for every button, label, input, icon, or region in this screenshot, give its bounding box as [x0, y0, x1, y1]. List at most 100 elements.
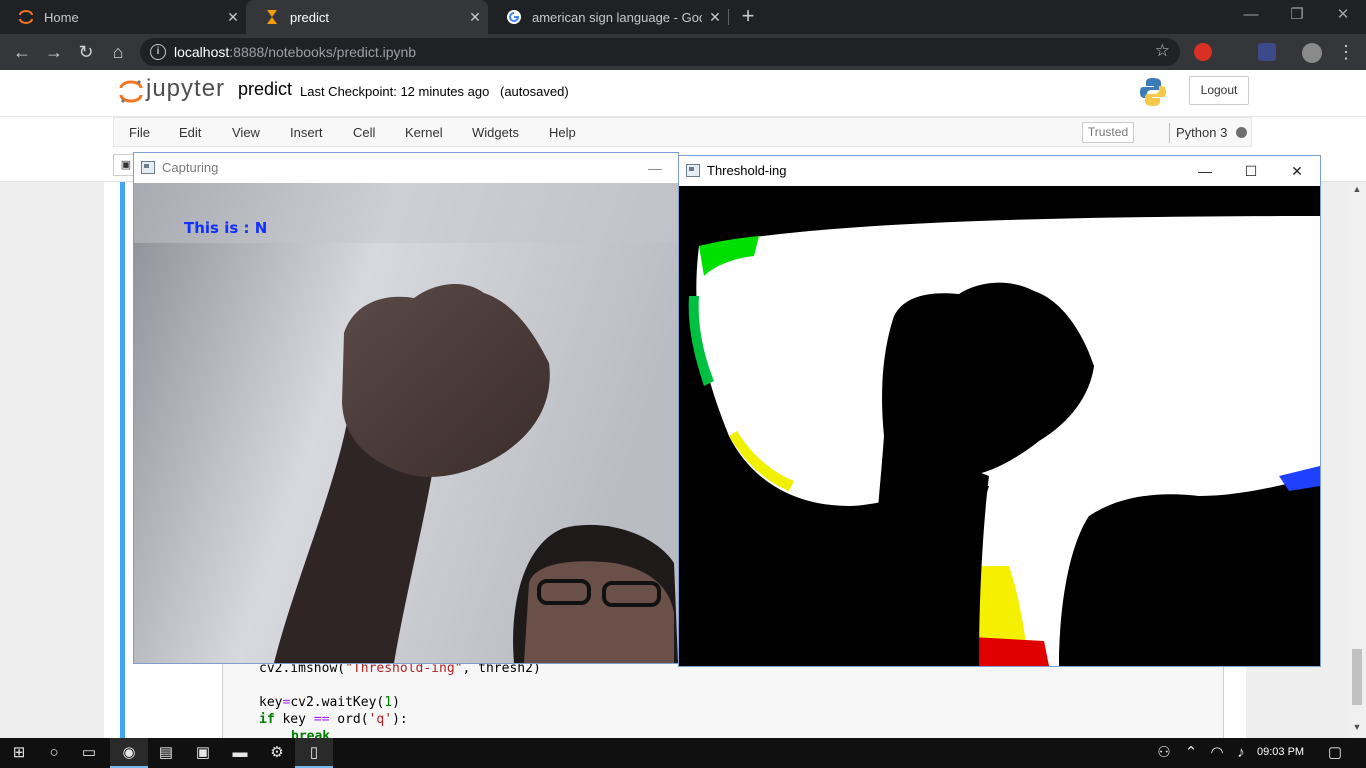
tab-label: predict [290, 9, 330, 25]
prediction-label: This is : N [184, 219, 268, 237]
restore-icon[interactable]: ❐ [1282, 4, 1312, 26]
code-token: key [259, 695, 283, 710]
menu-help[interactable]: Help [549, 125, 576, 140]
menu-kernel[interactable]: Kernel [405, 125, 443, 140]
close-icon[interactable]: ✕ [1274, 156, 1320, 186]
code-token: 1 [384, 695, 393, 710]
trusted-badge[interactable]: Trusted [1082, 122, 1134, 143]
tab-home[interactable]: Home ✕ [0, 0, 246, 34]
file-explorer-icon[interactable]: ▤ [147, 738, 185, 768]
window-title-bar[interactable]: Capturing — [134, 153, 678, 183]
extension-adblock-icon[interactable] [1194, 43, 1212, 61]
settings-gear-icon[interactable]: ⚙ [258, 738, 296, 768]
forward-icon[interactable]: → [42, 41, 66, 63]
menu-widgets[interactable]: Widgets [472, 125, 519, 140]
scrollbar-thumb[interactable] [1352, 649, 1362, 705]
code-token: 'q' [368, 712, 393, 727]
scroll-up-icon[interactable]: ▲ [1348, 184, 1366, 194]
store-icon[interactable]: ▣ [184, 738, 222, 768]
url-text: localhost:8888/notebooks/predict.ipynb [174, 44, 416, 60]
hourglass-icon [267, 10, 277, 24]
code-token: key [274, 712, 314, 727]
close-window-icon[interactable]: ✕ [1328, 4, 1358, 26]
window-app-icon [686, 164, 700, 177]
autosave-status: (autosaved) [500, 84, 569, 99]
jupyter-header: jupyter predict Last Checkpoint: 12 minu… [0, 70, 1366, 116]
webcam-frame: This is : N [134, 183, 678, 663]
code-token: == [313, 712, 330, 727]
code-token: ) [392, 695, 400, 710]
selected-cell-indicator [120, 182, 125, 738]
volume-icon[interactable]: ♪ [1222, 738, 1260, 768]
windows-start-icon[interactable]: ⊞ [0, 738, 38, 768]
menu-edit[interactable]: Edit [179, 125, 201, 140]
window-app-icon [141, 161, 155, 174]
kernel-status-icon [1236, 127, 1247, 138]
terminal-icon[interactable]: ▬ [221, 738, 259, 768]
profile-avatar[interactable] [1302, 43, 1322, 63]
notebook-name[interactable]: predict [238, 79, 292, 100]
jupyter-logo-text[interactable]: jupyter [146, 75, 225, 103]
window-title-bar[interactable]: Threshold-ing — ☐ ✕ [679, 156, 1320, 186]
clock-time[interactable]: 09:03 PM [1257, 746, 1304, 758]
capturing-window[interactable]: Capturing — This is: N [133, 152, 679, 664]
code-token: ord( [329, 712, 369, 727]
minimize-icon[interactable]: — [1236, 4, 1266, 26]
url-path: :8888/notebooks/predict.ipynb [229, 44, 417, 60]
code-token: ): [392, 712, 408, 727]
bookmark-star-icon[interactable]: ☆ [1155, 41, 1170, 61]
minimize-icon[interactable]: — [632, 153, 678, 183]
cortana-icon[interactable]: ○ [35, 738, 73, 768]
code-token: if [259, 712, 275, 727]
google-icon [507, 10, 521, 24]
menu-dots-icon[interactable]: ⋮ [1334, 41, 1358, 63]
tab-predict[interactable]: predict ✕ [246, 0, 488, 34]
code-line: key=cv2.waitKey(1) [259, 695, 400, 710]
chrome-taskbar-icon[interactable]: ◉ [110, 738, 148, 768]
url-host: localhost [174, 44, 230, 60]
browser-tab-bar: Home ✕ predict ✕ american sign language … [0, 0, 1366, 34]
page-scrollbar[interactable]: ▲ ▼ [1348, 182, 1366, 738]
kernel-name: Python 3 [1176, 125, 1228, 140]
back-icon[interactable]: ← [10, 41, 34, 63]
site-info-icon[interactable]: i [150, 44, 166, 60]
close-icon[interactable]: ✕ [702, 9, 728, 26]
python-logo-icon [1140, 78, 1166, 106]
tab-label: american sign language - Google [532, 9, 702, 25]
minimize-icon[interactable]: — [1182, 156, 1228, 186]
browser-toolbar: ← → ↻ ⌂ i localhost:8888/notebooks/predi… [0, 34, 1366, 70]
kernel-divider [1169, 123, 1170, 143]
document-icon[interactable]: ▯ [295, 738, 333, 768]
tab-label: Home [44, 9, 79, 25]
windows-taskbar: ⊞ ○ ▭ ◉ ▤ ▣ ▬ ⚙ ▯ ⚇ ⌃ ◠ ♪ 09:03 PM ▢ [0, 738, 1366, 768]
action-center-icon[interactable]: ▢ [1316, 738, 1354, 768]
task-view-icon[interactable]: ▭ [70, 738, 108, 768]
menu-container: File Edit View Insert Cell Kernel Widget… [113, 117, 1252, 147]
threshold-window[interactable]: Threshold-ing — ☐ ✕ [678, 155, 1321, 667]
address-bar[interactable]: i localhost:8888/notebooks/predict.ipynb… [140, 38, 1180, 66]
menu-file[interactable]: File [129, 125, 150, 140]
code-line: if key == ord('q'): [259, 712, 408, 727]
logout-button[interactable]: Logout [1189, 76, 1249, 105]
window-title: Threshold-ing [707, 163, 787, 178]
tab-separator [728, 9, 729, 25]
scroll-down-icon[interactable]: ▼ [1348, 722, 1366, 732]
tab-google-search[interactable]: american sign language - Google ✕ [488, 0, 728, 34]
jupyter-logo-icon[interactable] [118, 78, 144, 104]
reload-icon[interactable]: ↻ [74, 41, 98, 63]
new-tab-button[interactable]: + [737, 5, 759, 27]
checkpoint-status: Last Checkpoint: 12 minutes ago [300, 84, 490, 99]
close-icon[interactable]: ✕ [220, 9, 246, 26]
menu-insert[interactable]: Insert [290, 125, 323, 140]
extension-shield-icon[interactable] [1258, 43, 1276, 61]
code-token: cv2.waitKey( [290, 695, 385, 710]
menu-view[interactable]: View [232, 125, 260, 140]
window-title: Capturing [162, 160, 219, 175]
threshold-frame [679, 186, 1320, 666]
webcam-image [134, 183, 678, 663]
close-icon[interactable]: ✕ [462, 9, 488, 26]
jupyter-icon [19, 10, 33, 24]
home-icon[interactable]: ⌂ [106, 41, 130, 63]
menu-cell[interactable]: Cell [353, 125, 375, 140]
maximize-icon[interactable]: ☐ [1228, 156, 1274, 186]
